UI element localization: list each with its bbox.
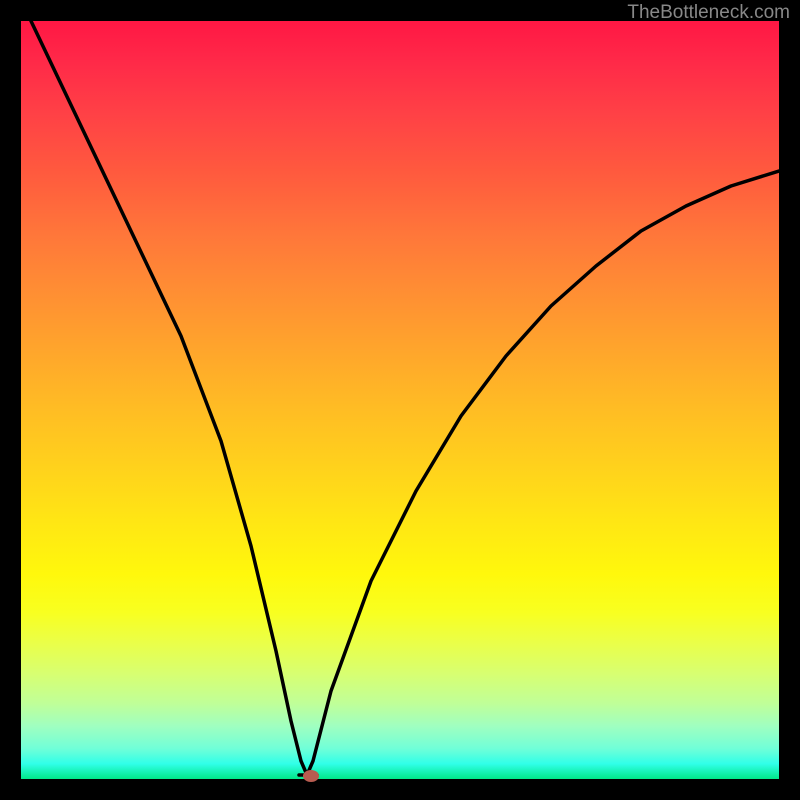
bottleneck-curve [31,21,779,775]
chart-frame: TheBottleneck.com [0,0,800,800]
curve-layer [21,21,779,779]
optimum-marker [303,770,319,782]
watermark-text: TheBottleneck.com [627,2,790,24]
